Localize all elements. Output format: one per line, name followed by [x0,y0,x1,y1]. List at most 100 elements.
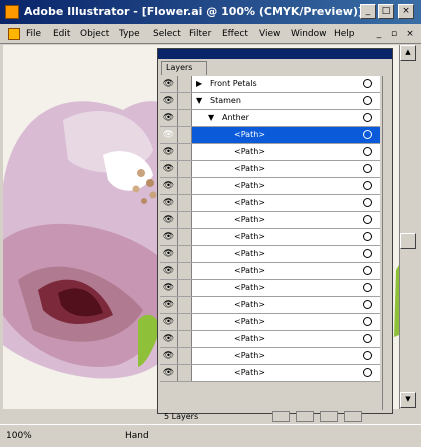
eye-icon[interactable]: 👁 [160,246,178,262]
lock-toggle[interactable] [178,331,192,347]
layer-row[interactable]: 👁 <Path> [160,263,380,280]
target-circle-icon[interactable] [363,300,372,309]
lock-toggle[interactable] [178,280,192,296]
layer-row[interactable]: 👁 ▼ Stamen [160,93,380,110]
menu-select[interactable]: Select [153,29,181,39]
target-circle-icon[interactable] [363,317,372,326]
layer-row[interactable]: 👁 <Path> [160,331,380,348]
menu-window[interactable]: Window [291,29,327,39]
layer-row[interactable]: 👁 <Path> [160,280,380,297]
new-layer-button[interactable] [296,411,314,422]
close-button[interactable]: × [398,4,414,19]
menu-edit[interactable]: Edit [53,29,70,39]
target-circle-icon[interactable] [363,351,372,360]
lock-toggle[interactable] [178,161,192,177]
panel-scrollbar[interactable] [382,76,392,410]
eye-icon[interactable]: 👁 [160,76,178,92]
lock-toggle[interactable] [178,263,192,279]
eye-icon[interactable]: 👁 [160,144,178,160]
layer-row[interactable]: 👁 <Path> [160,195,380,212]
lock-toggle[interactable] [178,127,192,143]
menu-help[interactable]: Help [334,29,355,39]
eye-icon[interactable]: 👁 [160,365,178,381]
eye-icon[interactable]: 👁 [160,110,178,126]
minimize-button[interactable]: _ [360,4,376,19]
layer-row[interactable]: 👁 <Path> [160,314,380,331]
layer-row[interactable]: 👁 <Path> [160,212,380,229]
lock-toggle[interactable] [178,195,192,211]
target-circle-icon[interactable] [363,283,372,292]
target-circle-icon[interactable] [363,181,372,190]
menu-file[interactable]: File [26,29,41,39]
lock-toggle[interactable] [178,212,192,228]
eye-icon[interactable]: 👁 [160,212,178,228]
maximize-button[interactable]: □ [378,4,394,19]
target-circle-icon[interactable] [363,368,372,377]
zoom-level[interactable]: 100% [6,431,32,441]
target-circle-icon[interactable] [363,232,372,241]
target-circle-icon[interactable] [363,266,372,275]
document-icon[interactable] [8,28,20,40]
layer-row[interactable]: 👁 ▶ Front Petals [160,76,380,93]
menu-filter[interactable]: Filter [189,29,211,39]
lock-toggle[interactable] [178,348,192,364]
menu-object[interactable]: Object [80,29,109,39]
layer-row[interactable]: 👁 <Path> [160,229,380,246]
layer-row[interactable]: 👁 <Path> [160,127,380,144]
eye-icon[interactable]: 👁 [160,331,178,347]
layer-row[interactable]: 👁 <Path> [160,144,380,161]
eye-icon[interactable]: 👁 [160,229,178,245]
layer-row[interactable]: 👁 ▼ Anther [160,110,380,127]
eye-icon[interactable]: 👁 [160,348,178,364]
target-circle-icon[interactable] [363,249,372,258]
eye-icon[interactable]: 👁 [160,314,178,330]
collapse-icon[interactable]: ▶ [196,79,202,88]
target-circle-icon[interactable] [363,164,372,173]
make-clipping-mask-button[interactable] [320,411,338,422]
layers-tab[interactable]: Layers [161,61,207,75]
lock-toggle[interactable] [178,297,192,313]
target-circle-icon[interactable] [363,215,372,224]
eye-icon[interactable]: 👁 [160,161,178,177]
target-circle-icon[interactable] [363,147,372,156]
layer-row[interactable]: 👁 <Path> [160,365,380,382]
target-circle-icon[interactable] [363,334,372,343]
scroll-up-button[interactable]: ▲ [400,45,416,61]
doc-minimize-button[interactable]: _ [373,28,385,40]
eye-icon[interactable]: 👁 [160,263,178,279]
layer-row[interactable]: 👁 <Path> [160,178,380,195]
menu-type[interactable]: Type [119,29,140,39]
layer-row[interactable]: 👁 <Path> [160,297,380,314]
target-circle-icon[interactable] [363,113,372,122]
target-circle-icon[interactable] [363,96,372,105]
lock-toggle[interactable] [178,76,192,92]
layer-row[interactable]: 👁 <Path> [160,161,380,178]
target-circle-icon[interactable] [363,79,372,88]
layer-row[interactable]: 👁 <Path> [160,246,380,263]
lock-toggle[interactable] [178,365,192,381]
scroll-down-button[interactable]: ▼ [400,392,416,408]
lock-toggle[interactable] [178,93,192,109]
illustrator-app-icon[interactable] [5,5,19,19]
lock-toggle[interactable] [178,229,192,245]
eye-icon[interactable]: 👁 [160,280,178,296]
delete-layer-button[interactable] [344,411,362,422]
lock-toggle[interactable] [178,246,192,262]
menu-effect[interactable]: Effect [222,29,248,39]
lock-toggle[interactable] [178,110,192,126]
doc-restore-button[interactable]: ▫ [388,28,400,40]
vertical-scrollbar[interactable]: ▲ ▼ [399,45,416,409]
eye-icon[interactable]: 👁 [160,195,178,211]
lock-toggle[interactable] [178,314,192,330]
eye-icon[interactable]: 👁 [160,127,178,143]
lock-toggle[interactable] [178,144,192,160]
scroll-thumb[interactable] [400,233,416,249]
expand-icon[interactable]: ▼ [196,96,202,105]
new-sublayer-button[interactable] [272,411,290,422]
lock-toggle[interactable] [178,178,192,194]
target-circle-icon[interactable] [363,198,372,207]
target-circle-icon[interactable] [363,130,372,139]
expand-icon[interactable]: ▼ [208,113,214,122]
layer-row[interactable]: 👁 <Path> [160,348,380,365]
eye-icon[interactable]: 👁 [160,93,178,109]
